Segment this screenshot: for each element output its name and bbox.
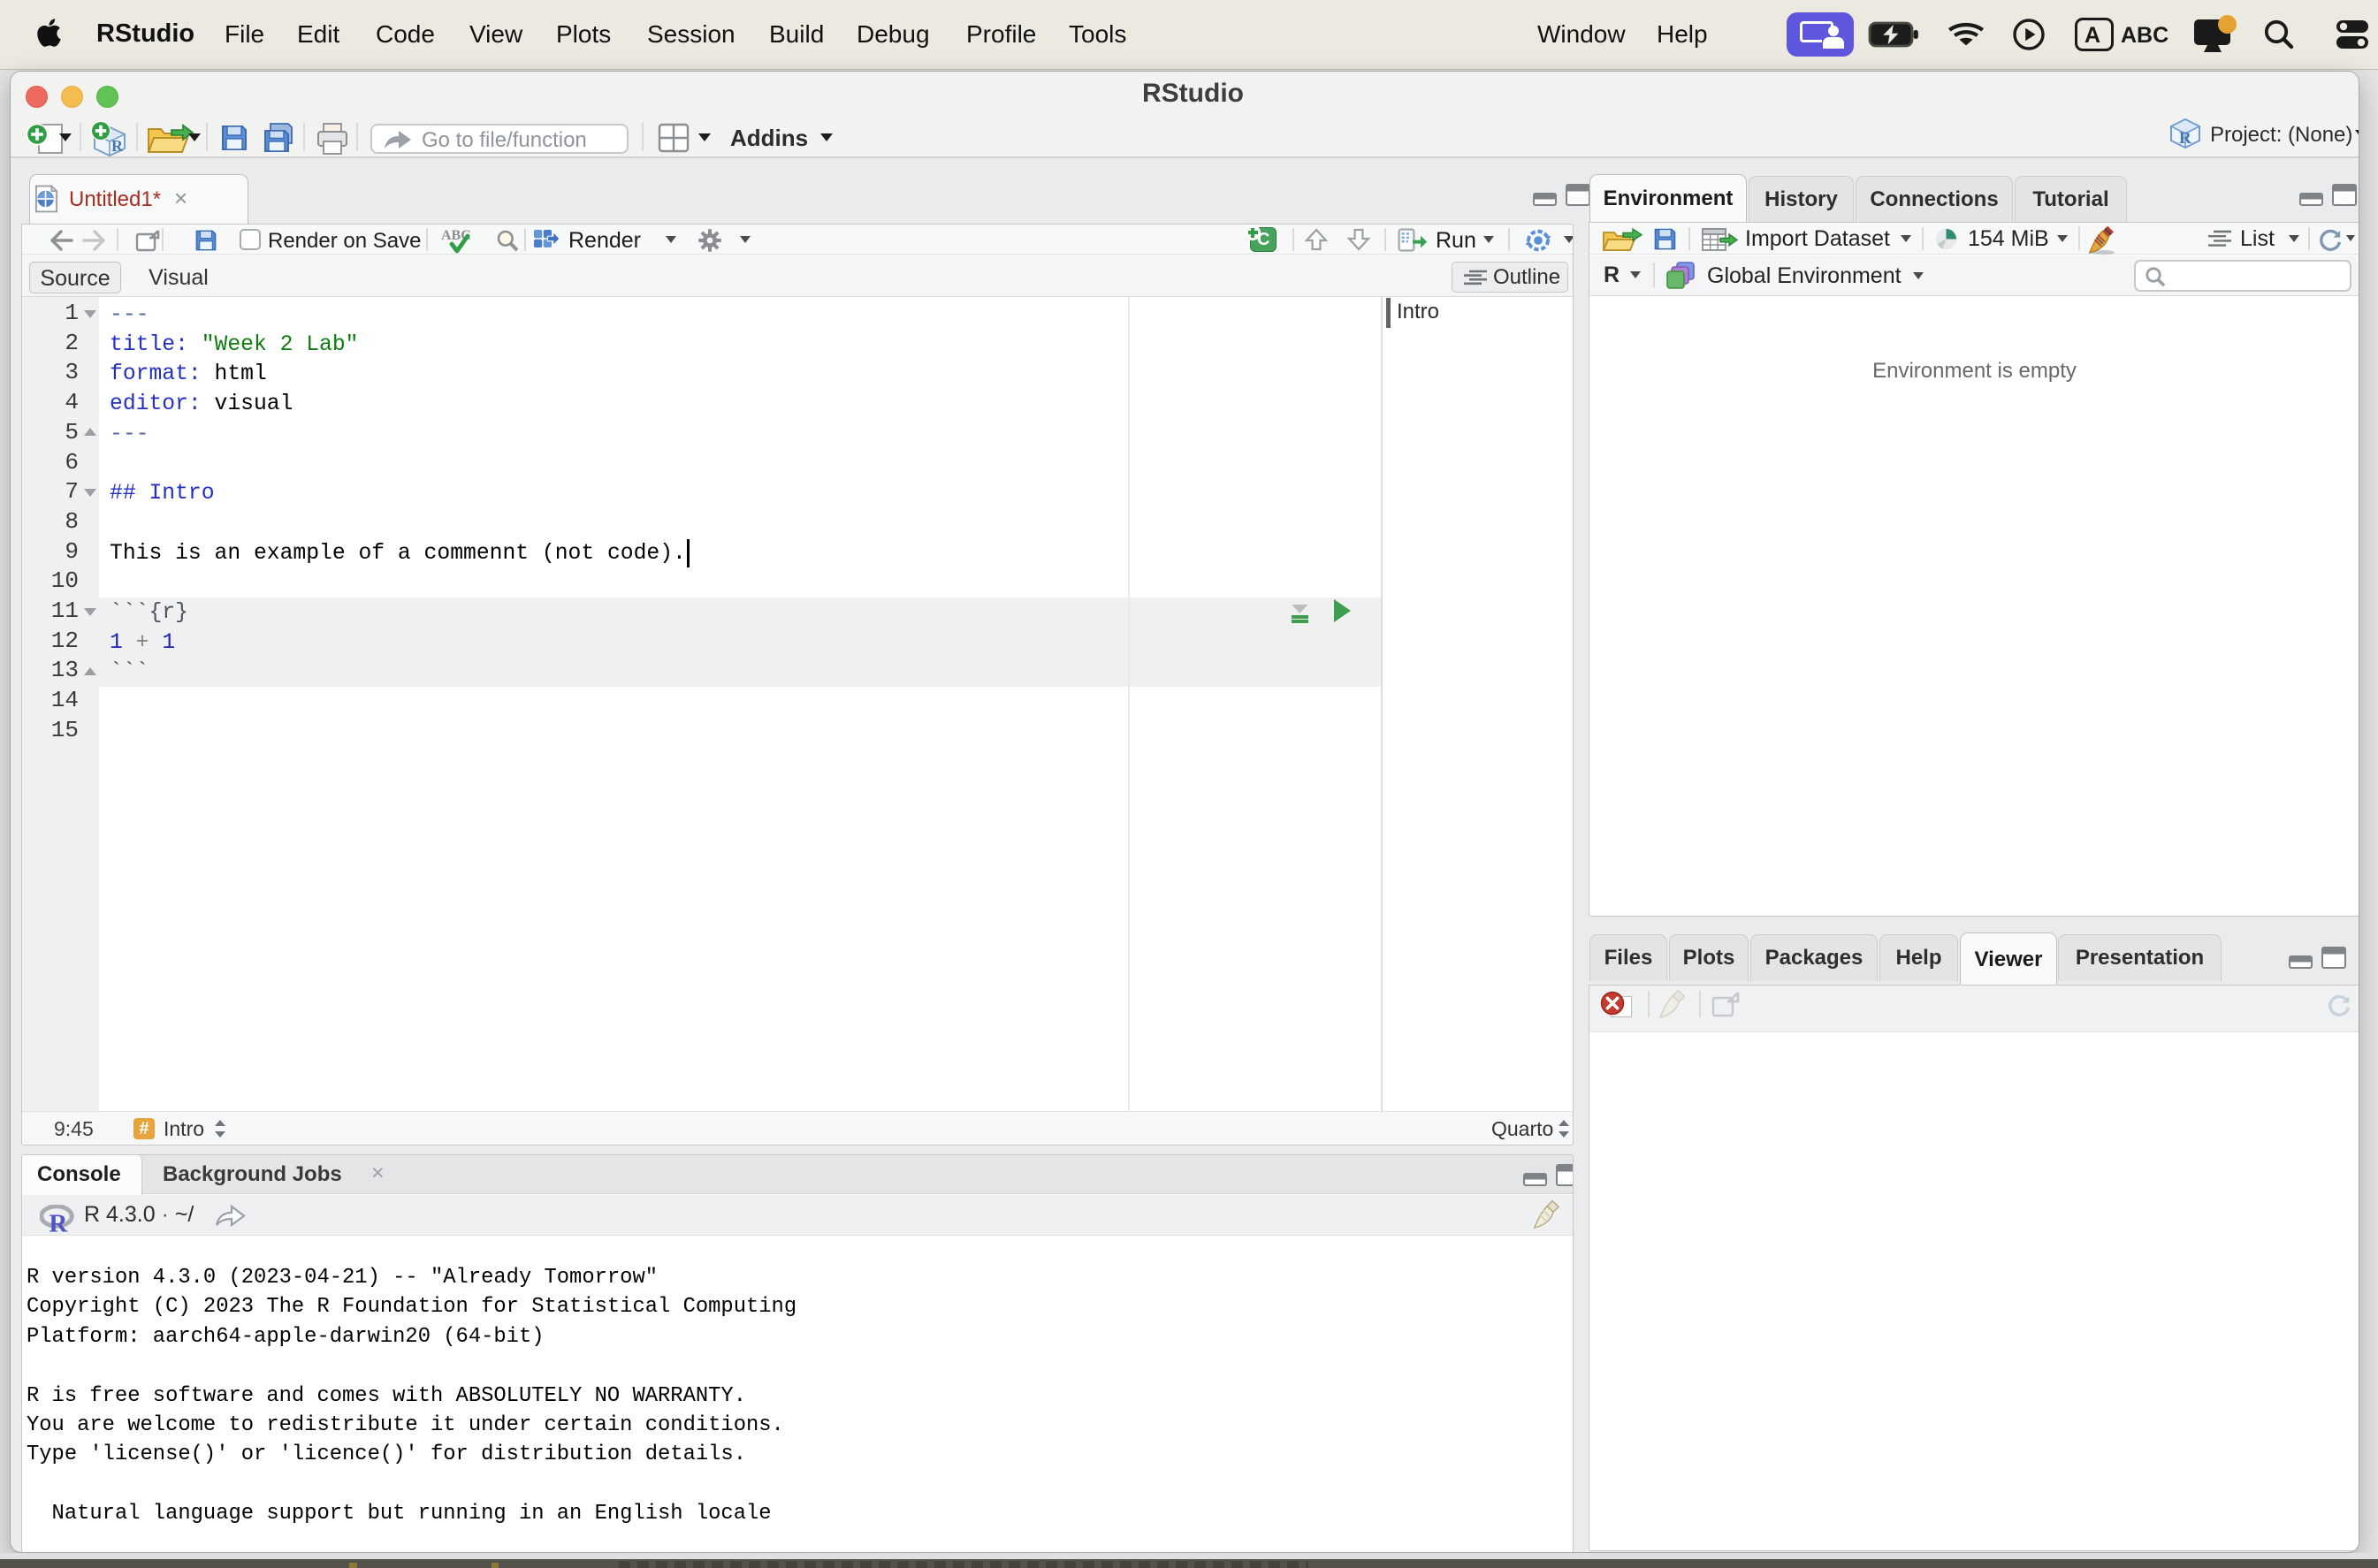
svg-text:R: R [2179, 129, 2191, 148]
svg-text:R: R [111, 137, 124, 155]
svg-text:R: R [49, 1209, 68, 1233]
